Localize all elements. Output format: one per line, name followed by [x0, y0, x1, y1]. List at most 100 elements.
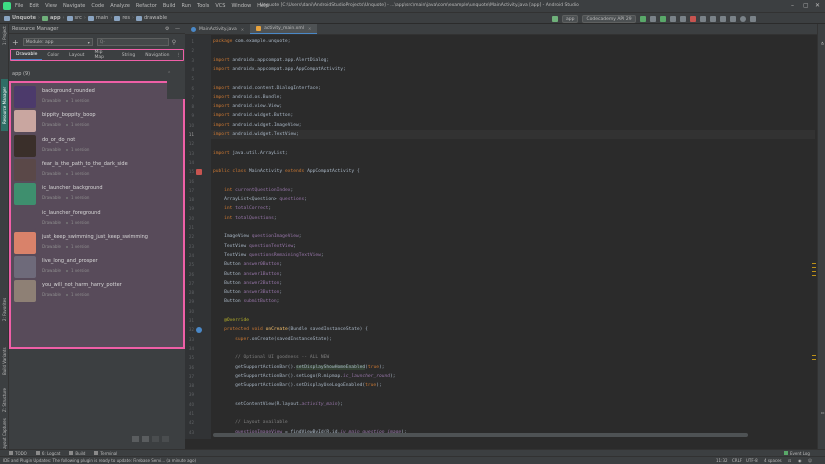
run-icon[interactable] — [639, 16, 646, 22]
breadcrumb-project[interactable]: Unquote — [12, 15, 36, 21]
list-item[interactable]: do_or_do_not Drawable 1 version — [14, 134, 179, 158]
menu-refactor[interactable]: Refactor — [136, 3, 157, 9]
zoom-out-icon[interactable] — [152, 436, 159, 442]
code-line[interactable]: import java.util.ArrayList; — [213, 149, 288, 158]
user-icon[interactable] — [749, 16, 756, 22]
file-encoding[interactable]: UTF-8 — [746, 458, 758, 463]
tab-drawable[interactable]: Drawable — [11, 50, 43, 60]
code-line[interactable]: Button submitButton; — [213, 297, 279, 306]
code-line[interactable]: // Layout available — [213, 418, 288, 427]
code-line[interactable]: package com.example.unquote; — [213, 37, 290, 46]
search-icon[interactable] — [739, 16, 746, 22]
profile-icon[interactable] — [669, 16, 676, 22]
maximize-button[interactable]: ▢ — [803, 2, 809, 9]
code-line[interactable]: import android.widget.Button; — [213, 111, 293, 120]
code-line[interactable]: int totalCorrect; — [213, 204, 271, 213]
horizontal-scrollbar[interactable] — [213, 433, 748, 437]
gear-icon[interactable]: ⚙ — [165, 26, 171, 32]
logcat-tool-button[interactable]: 6: Logcat — [35, 451, 60, 456]
breadcrumb-src[interactable]: src — [75, 15, 82, 21]
tool-tab-gradle[interactable]: ⟳ — [819, 28, 825, 58]
stop-icon[interactable] — [689, 16, 696, 22]
status-message[interactable]: IDE and Plugin Updates: The following pl… — [3, 458, 196, 463]
tool-tab-device-file-explorer[interactable]: ▭ — [819, 394, 825, 434]
code-line[interactable]: public class MainActivity extends AppCom… — [213, 167, 360, 176]
breadcrumb-app[interactable]: app — [50, 15, 61, 21]
minimize-button[interactable]: – — [791, 2, 794, 9]
menu-tools[interactable]: Tools — [197, 3, 209, 9]
code-line[interactable]: int totalQuestions; — [213, 214, 277, 223]
code-line[interactable]: // Optional UI goodness -- ALL NEW — [213, 353, 329, 362]
code-line[interactable]: ImageView questionImageView; — [213, 232, 301, 241]
tab-navigation[interactable]: Navigation — [140, 50, 174, 60]
breadcrumb-main[interactable]: main — [96, 15, 109, 21]
code-line[interactable]: Button answer1Button; — [213, 270, 282, 279]
menu-window[interactable]: Window — [231, 3, 251, 9]
tool-tab-project[interactable]: 1: Project — [1, 26, 8, 46]
add-resource-icon[interactable]: + — [12, 38, 19, 47]
build-tool-button[interactable]: Build — [69, 451, 85, 456]
list-item[interactable]: just_keep_swimming_just_keep_swimming Dra… — [14, 231, 179, 255]
menu-view[interactable]: View — [45, 3, 57, 9]
list-item[interactable]: you_will_not_harm_harry_potter Drawable 1 … — [14, 279, 179, 303]
code-line[interactable]: import androidx.appcompat.app.AppCompatA… — [213, 65, 346, 74]
code-line[interactable]: import android.os.Bundle; — [213, 93, 282, 102]
close-tab-icon[interactable]: ✕ — [241, 27, 244, 32]
run-configuration-select[interactable]: app — [562, 15, 579, 23]
code-line[interactable]: import android.view.View; — [213, 102, 282, 111]
collapse-icon[interactable]: ⌃ — [167, 71, 171, 77]
menu-navigate[interactable]: Navigate — [63, 3, 85, 9]
code-line[interactable]: ArrayList<Question> questions; — [213, 195, 307, 204]
git-icon[interactable]: ◉ — [798, 458, 802, 463]
rerun-icon[interactable] — [649, 16, 656, 22]
menu-file[interactable]: File — [15, 3, 23, 9]
event-log-button[interactable]: Event Log — [784, 451, 810, 456]
tool-tab-favorites[interactable]: 2: Favorites — [1, 294, 8, 324]
sync-gradle-icon[interactable] — [699, 16, 706, 22]
code-line[interactable]: import androidx.appcompat.app.AlertDialo… — [213, 56, 329, 65]
lock-icon[interactable]: ⊡ — [788, 458, 791, 463]
code-line[interactable]: super.onCreate(savedInstanceState); — [213, 335, 332, 344]
hammer-icon[interactable] — [552, 16, 558, 22]
code-line[interactable]: @Override — [213, 316, 249, 325]
menu-analyze[interactable]: Analyze — [110, 3, 130, 9]
code-line[interactable]: getSupportActionBar().setDisplayUseLogoE… — [213, 381, 382, 390]
list-item[interactable]: ic_launcher_background Drawable 1 version — [14, 182, 179, 206]
tool-tab-layout-captures[interactable]: Layout Captures — [1, 419, 8, 452]
tool-tab-resource-manager[interactable]: Resource Manager — [1, 79, 8, 131]
code-line[interactable]: TextView questionTextView; — [213, 242, 296, 251]
code-line[interactable]: TextView questionsRemainingTextView; — [213, 251, 324, 260]
code-line[interactable]: import android.content.DialogInterface; — [213, 84, 321, 93]
code-line[interactable]: getSupportActionBar().setLogo(R.mipmap.i… — [213, 372, 395, 381]
zoom-in-icon[interactable] — [162, 436, 169, 442]
code-line[interactable]: Button answer3Button; — [213, 288, 282, 297]
tab-mainactivity[interactable]: MainActivity.java ✕ — [185, 24, 250, 34]
tab-layout[interactable]: Layout — [64, 50, 89, 60]
search-input[interactable]: Q- — [96, 38, 169, 46]
list-item[interactable]: ic_launcher_foreground Drawable 1 version — [14, 207, 179, 231]
line-separator[interactable]: CRLF — [732, 458, 742, 463]
list-view-icon[interactable] — [132, 436, 139, 442]
tool-tab-build-variants[interactable]: Build Variants — [1, 344, 8, 378]
tab-string[interactable]: String — [117, 50, 140, 60]
tab-activity-main[interactable]: activity_main.xml ✕ — [250, 24, 318, 34]
caret-position[interactable]: 11:32 — [716, 458, 728, 463]
hide-panel-icon[interactable]: — — [175, 26, 181, 32]
debug-icon[interactable] — [659, 16, 666, 22]
menu-code[interactable]: Code — [91, 3, 104, 9]
todo-tool-button[interactable]: TODO — [9, 451, 27, 456]
terminal-tool-button[interactable]: Terminal — [94, 451, 117, 456]
code-line[interactable]: getSupportActionBar().setDisplayShowHome… — [213, 363, 385, 372]
avd-manager-icon[interactable] — [709, 16, 716, 22]
breadcrumb-res[interactable]: res — [122, 15, 130, 21]
tab-color[interactable]: Color — [42, 50, 64, 60]
code-line[interactable]: setContentView(R.layout.activity_main); — [213, 400, 343, 409]
list-item[interactable]: bippity_boppity_boop Drawable 1 version — [14, 109, 179, 133]
close-tab-icon[interactable]: ✕ — [308, 26, 311, 31]
layout-inspector-icon[interactable] — [729, 16, 736, 22]
attach-debugger-icon[interactable] — [679, 16, 686, 22]
close-window-button[interactable]: ✕ — [815, 2, 820, 9]
sdk-manager-icon[interactable] — [719, 16, 726, 22]
override-method-icon[interactable] — [196, 327, 202, 334]
device-select[interactable]: Codecademy API 29 — [582, 15, 636, 23]
